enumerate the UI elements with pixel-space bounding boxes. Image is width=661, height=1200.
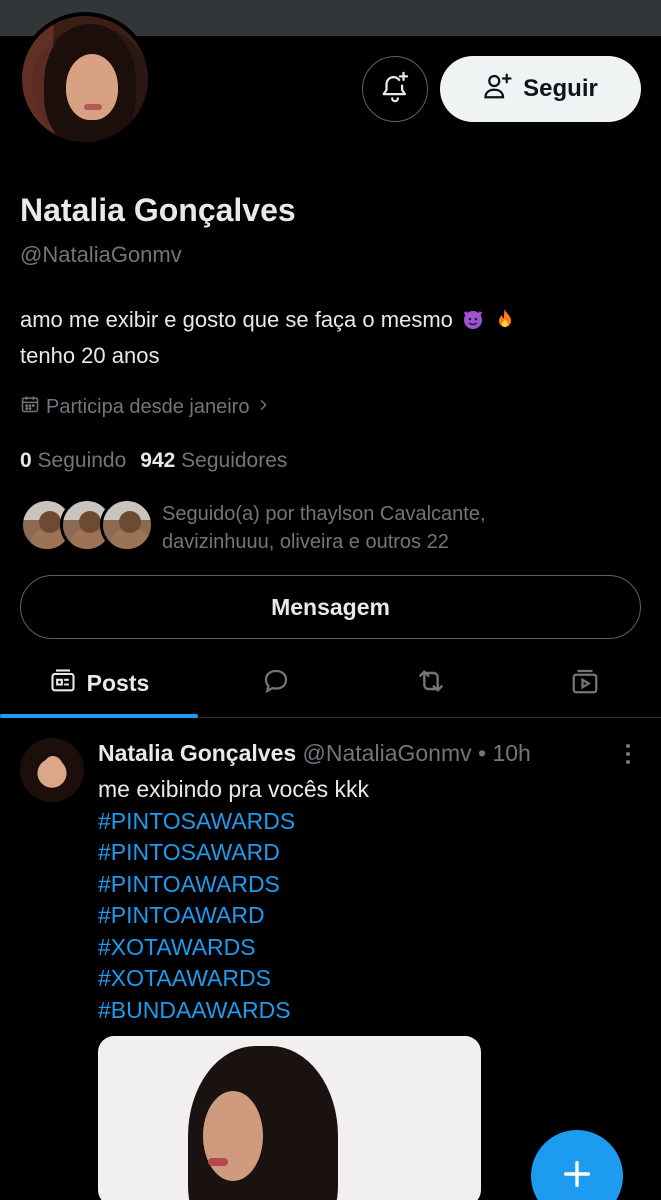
profile-handle: @NataliaGonmv [20,242,182,267]
hashtag-link[interactable]: #XOTAWARDS [98,932,369,964]
calendar-icon [20,394,40,420]
bio-line-2: tenho 20 anos [20,343,160,368]
profile-tabs: Posts [0,648,661,718]
profile-name: Natalia Gonçalves [20,192,296,228]
posts-icon [49,667,77,700]
post-timestamp[interactable]: • 10h [478,740,531,766]
more-options-icon[interactable] [618,740,638,768]
following-link[interactable]: 0 Seguindo [20,449,126,473]
post-author-avatar[interactable] [20,738,84,802]
hashtag-link[interactable]: #XOTAAWARDS [98,963,369,995]
mutual-follower-avatar [100,498,154,552]
media-icon [570,666,600,701]
tab-reposts[interactable] [353,648,508,718]
hashtag-link[interactable]: #PINTOAWARD [98,900,369,932]
bio-line-1: amo me exibir e gosto que se faça o mesm… [20,307,453,332]
tab-media[interactable] [508,648,661,718]
joined-date-text: Participa desde janeiro [46,395,250,418]
add-user-icon [483,71,513,108]
post-author-handle[interactable]: @NataliaGonmv [303,740,472,766]
hashtag-link[interactable]: #PINTOSAWARD [98,837,369,869]
fire-emoji-icon [493,306,517,330]
hashtag-link[interactable]: #PINTOAWARDS [98,869,369,901]
joined-date-row[interactable]: Participa desde janeiro [20,394,271,420]
chevron-right-icon [255,396,271,419]
post-header: Natalia Gonçalves @NataliaGonmv • 10h [98,740,531,767]
hashtag-link[interactable]: #PINTOSAWARDS [98,806,369,838]
tab-replies[interactable] [198,648,353,718]
post-item[interactable]: Natalia Gonçalves @NataliaGonmv • 10h me… [0,718,661,1200]
tab-posts-label: Posts [86,669,150,696]
post-author-name[interactable]: Natalia Gonçalves [98,740,296,766]
reply-icon [261,666,291,701]
follow-button[interactable]: Seguir [440,56,641,122]
message-button[interactable]: Mensagem [20,575,641,639]
followed-by-text[interactable]: Seguido(a) por thaylson Cavalcante, davi… [162,500,602,556]
profile-avatar[interactable] [18,12,152,146]
hashtag-link[interactable]: #BUNDAAWARDS [98,995,369,1027]
bell-plus-icon [378,70,412,109]
followers-link[interactable]: 942 Seguidores [140,449,287,473]
post-media-image[interactable] [98,1036,481,1200]
smiling-devil-emoji-icon [461,306,485,330]
post-body: me exibindo pra vocês kkk [98,776,370,802]
tab-posts[interactable]: Posts [0,648,198,718]
follow-button-label: Seguir [523,75,598,102]
notifications-subscribe-button[interactable] [362,56,428,122]
post-text: me exibindo pra vocês kkk #PINTOSAWARDS … [98,774,369,1026]
repost-icon [415,665,447,702]
follow-stats: 0 Seguindo 942 Seguidores [20,449,287,473]
mutual-followers-avatars[interactable] [20,498,154,552]
profile-bio: amo me exibir e gosto que se faça o mesm… [20,302,517,374]
plus-icon [560,1157,594,1196]
